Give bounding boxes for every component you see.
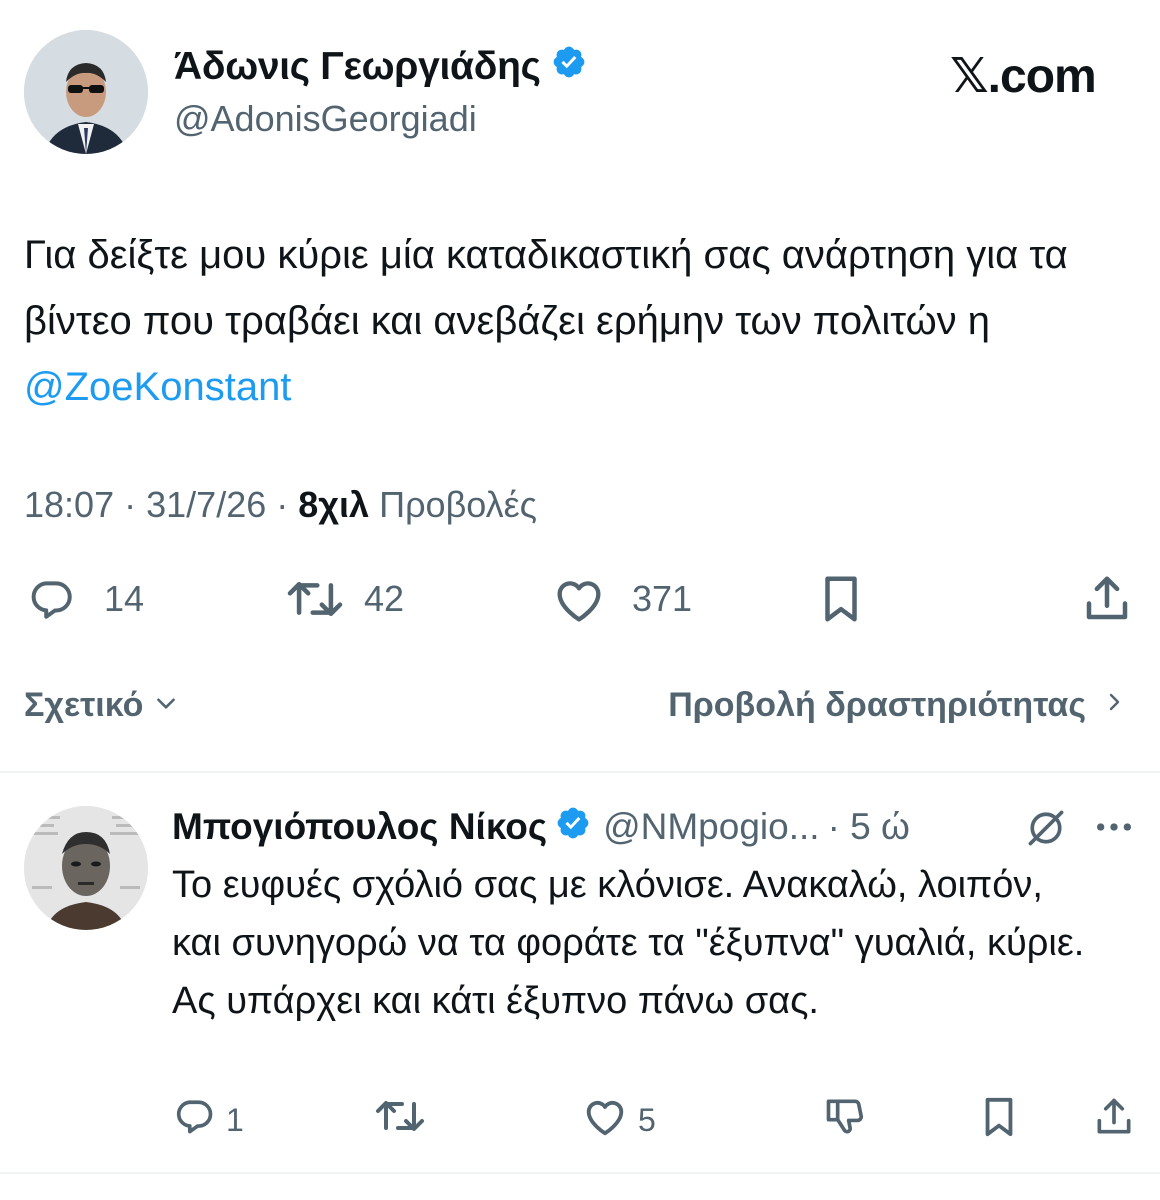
tweet-meta: 18:07 · 31/7/26 · 8χιλ Προβολές [24,484,537,526]
reply-bookmark-button[interactable] [978,1094,1020,1148]
reply-author-avatar[interactable] [24,806,148,930]
reply-like-count: 5 [638,1101,656,1138]
reply-share-button[interactable] [1092,1094,1136,1148]
share-icon [1092,1094,1136,1148]
like-button[interactable]: 371 [550,574,692,624]
author-handle[interactable]: @AdonisGeorgiadi [174,98,477,140]
reply-header: Μπογιόπουλος Νίκος @NMpogio... · 5 ώ [172,800,1132,854]
repost-icon [374,1094,426,1146]
meta-separator: · [276,484,289,525]
related-label: Σχετικό [24,686,144,724]
author-name[interactable]: Άδωνις Γεωργιάδης [174,44,587,90]
heart-icon [550,574,608,624]
verified-badge-icon [555,805,591,850]
reply-button[interactable]: 14 [24,574,144,624]
reply-like-button[interactable]: 5 [582,1094,656,1146]
reply-reply-button[interactable]: 1 [172,1094,244,1146]
views-count: 8χιλ [298,484,370,525]
tweet-body: Για δείξτε μου κύριε μία καταδικαστική σ… [24,233,1068,343]
view-activity-link[interactable]: Προβολή δραστηριότητας [668,686,1126,725]
reply-author-handle[interactable]: @NMpogio... [603,806,819,848]
mention-link[interactable]: @ZoeKonstant [24,365,291,409]
reply-author-name[interactable]: Μπογιόπουλος Νίκος [172,806,547,848]
chevron-right-icon [1102,686,1126,725]
bottom-divider [0,1172,1160,1174]
reply-repost-button[interactable] [374,1094,426,1146]
views-label: Προβολές [379,484,538,525]
like-count: 371 [632,578,693,619]
tweet-time[interactable]: 18:07 [24,484,114,525]
reply-reply-count: 1 [226,1101,244,1138]
reply-icon [172,1094,216,1146]
x-logo: 𝕏.com [950,50,1097,103]
tweet-text: Για δείξτε μου κύριε μία καταδικαστική σ… [24,222,1134,420]
downvote-button[interactable] [822,1094,868,1146]
author-avatar[interactable] [24,30,148,154]
meta-separator: · [124,484,137,525]
section-divider [0,771,1160,773]
reply-text: Το ευφυές σχόλιό σας με κλόνισε. Ανακαλώ… [172,864,1085,1022]
verified-badge-icon [551,44,587,90]
grok-button[interactable] [1024,806,1068,855]
grok-icon [1024,810,1068,854]
repost-count: 42 [364,578,405,619]
repost-button[interactable]: 42 [284,574,404,624]
share-icon [1080,572,1134,626]
chevron-down-icon [153,686,179,725]
more-options-button[interactable] [1094,812,1134,847]
reply-icon [24,574,78,624]
bookmark-icon [978,1094,1020,1148]
share-button[interactable] [1080,572,1134,626]
repost-icon [284,574,346,624]
bookmark-button[interactable] [816,572,866,626]
related-dropdown[interactable]: Σχετικό [24,686,179,725]
thumbs-down-icon [822,1094,868,1146]
tweet-date[interactable]: 31/7/26 [146,484,266,525]
author-name-text: Άδωνις Γεωργιάδης [174,45,541,88]
more-dots-icon [1094,823,1134,846]
activity-label: Προβολή δραστηριότητας [668,686,1086,724]
heart-icon [582,1094,628,1146]
bookmark-icon [816,572,866,626]
reply-time[interactable]: · 5 ώ [828,806,910,848]
reply-count: 14 [104,578,145,619]
